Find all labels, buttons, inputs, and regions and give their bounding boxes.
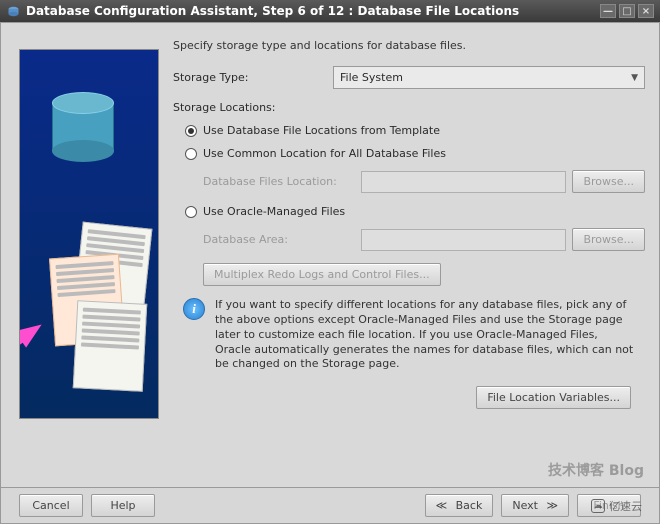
footer-bar: Cancel Help ≪ Back Next ≫ Finish [1,487,659,523]
close-button[interactable]: × [638,4,654,18]
intro-text: Specify storage type and locations for d… [173,39,645,52]
db-area-label: Database Area: [203,233,355,246]
radio-use-common[interactable] [185,148,197,160]
app-icon [6,4,20,18]
radio-use-template[interactable] [185,125,197,137]
cancel-button[interactable]: Cancel [19,494,83,517]
multiplex-button: Multiplex Redo Logs and Control Files... [203,263,441,286]
next-button[interactable]: Next ≫ [501,494,569,517]
db-files-location-input [361,171,566,193]
window-title: Database Configuration Assistant, Step 6… [26,4,519,18]
browse-button-omf: Browse... [572,228,645,251]
minimize-button[interactable]: — [600,4,616,18]
storage-type-value: File System [340,71,403,84]
storage-type-select[interactable]: File System ▼ [333,66,645,89]
info-icon: i [183,298,205,320]
browse-button-common: Browse... [572,170,645,193]
window-body: Specify storage type and locations for d… [0,22,660,524]
title-bar: Database Configuration Assistant, Step 6… [0,0,660,22]
storage-type-label: Storage Type: [173,71,333,84]
help-button[interactable]: Help [91,494,155,517]
wizard-sidebar-image [19,49,159,419]
radio-use-template-label: Use Database File Locations from Templat… [203,124,440,137]
db-files-location-label: Database Files Location: [203,175,355,188]
radio-use-omf[interactable] [185,206,197,218]
chevron-down-icon: ▼ [631,73,638,83]
radio-use-omf-label: Use Oracle-Managed Files [203,205,345,218]
info-text: If you want to specify different locatio… [215,298,635,372]
storage-locations-label: Storage Locations: [173,101,645,114]
radio-use-common-label: Use Common Location for All Database Fil… [203,147,446,160]
form-area: Specify storage type and locations for d… [173,31,645,483]
file-location-variables-button[interactable]: File Location Variables... [476,386,631,409]
finish-button: Finish [577,494,641,517]
maximize-button[interactable]: □ [619,4,635,18]
db-area-input [361,229,566,251]
back-button[interactable]: ≪ Back [425,494,494,517]
